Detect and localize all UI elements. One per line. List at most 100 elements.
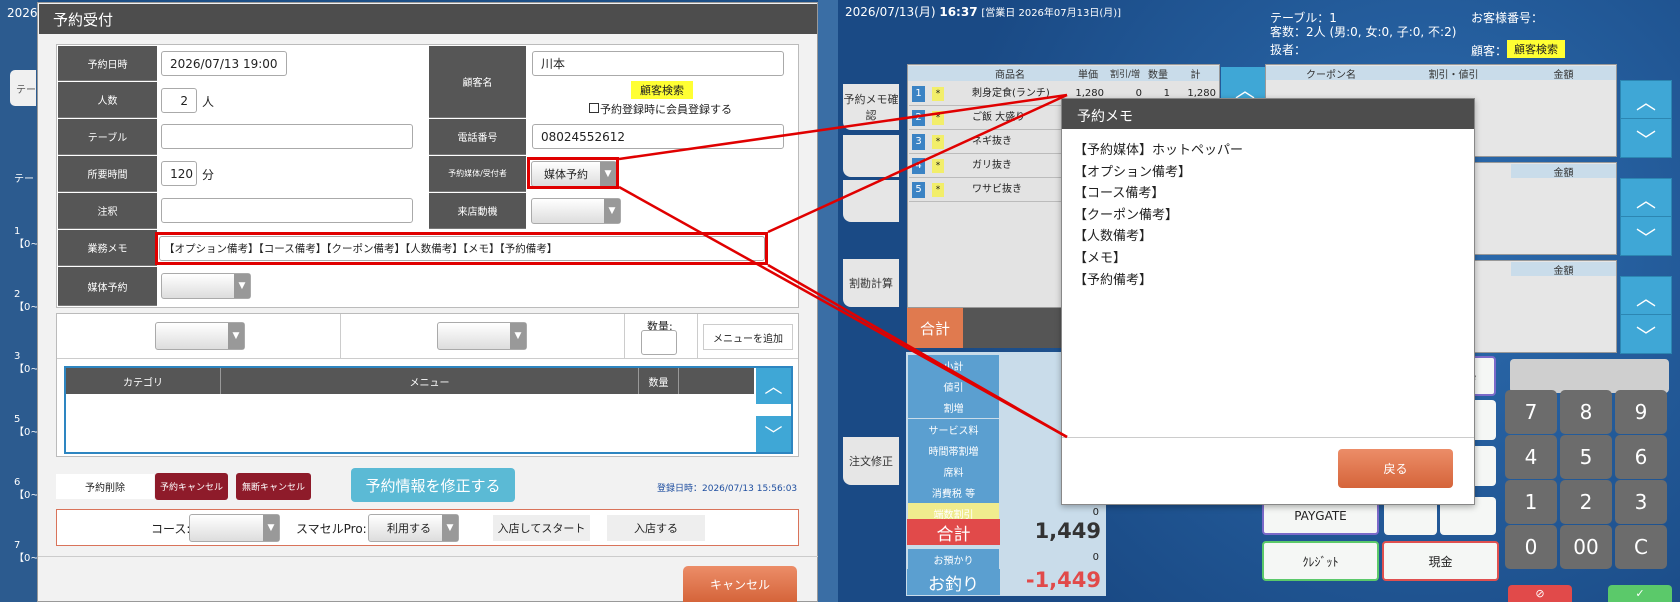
chevron-up-icon: ︿ xyxy=(764,377,783,398)
memo-label: 業務メモ xyxy=(58,230,157,266)
item-row-number: 4 xyxy=(912,158,925,174)
menu-select[interactable]: ▼ xyxy=(437,322,527,350)
summary-label: 割増 xyxy=(908,397,999,419)
visit-reason-select[interactable]: ▼ xyxy=(531,198,621,224)
customer-name-input[interactable]: 川本 xyxy=(532,51,784,76)
coupon-col-name: クーポン名 xyxy=(1306,69,1356,81)
date-input[interactable]: 2026/07/13 19:00 xyxy=(161,51,287,76)
coupon-col-discount: 割引・値引 xyxy=(1428,69,1479,81)
keypad-key-C[interactable]: C xyxy=(1615,525,1667,569)
modify-reservation-button[interactable]: 予約情報を修正する xyxy=(351,468,515,502)
pos-guests: 客数：2人 (男:0, 女:0, 子:0, 不:2) xyxy=(1270,25,1457,39)
item-col-total: 計 xyxy=(1190,70,1201,81)
pos-handler: 扱者： xyxy=(1270,43,1307,57)
keypad-key-2[interactable]: 2 xyxy=(1560,480,1612,524)
paid-value: 0 xyxy=(1092,552,1099,563)
tab-order-edit[interactable]: 注文修正 xyxy=(843,437,899,485)
delete-reservation-button[interactable]: 予約削除 xyxy=(56,474,154,499)
confirm-button-green[interactable]: ✓ xyxy=(1608,585,1672,602)
item-row-number: 1 xyxy=(912,86,925,102)
chevron-down-icon: ﹀ xyxy=(1636,225,1656,250)
keypad-key-9[interactable]: 9 xyxy=(1615,390,1667,434)
chevron-down-icon: ﹀ xyxy=(764,425,783,446)
customer-search-button[interactable]: 顧客検索 xyxy=(631,81,693,99)
item-col-name: 商品名 xyxy=(995,70,1025,81)
summary-label: 席料 xyxy=(908,461,999,482)
media-select[interactable]: ▼ xyxy=(161,273,251,299)
category-select[interactable]: ▼ xyxy=(155,322,245,350)
memo-line: 【コース備考】 xyxy=(1074,186,1165,202)
pos-customer-search-button[interactable]: 顧客検索 xyxy=(1507,40,1565,58)
add-menu-button[interactable]: メニューを追加 xyxy=(703,324,793,350)
chevron-down-icon: ﹀ xyxy=(1636,323,1656,348)
left-bg-time-label: 6 【0~ xyxy=(14,477,39,501)
enter-and-start-button[interactable]: 入店してスタート xyxy=(493,515,590,541)
item-row-name[interactable]: ご飯 大盛り xyxy=(950,108,1070,128)
menu-scroll-up-button[interactable]: ︿ xyxy=(756,368,791,404)
change-label: お釣り xyxy=(907,569,1000,595)
clear-button-red[interactable]: ⊘ xyxy=(1508,585,1572,602)
summary-label: 値引 xyxy=(908,376,999,398)
duration-input[interactable]: 120 xyxy=(161,161,197,186)
left-bg-tab[interactable]: テー xyxy=(10,70,36,106)
panel2-scroll-up-button[interactable]: ︿ xyxy=(1620,178,1672,218)
menu-divider-1 xyxy=(340,314,341,358)
duration-unit: 分 xyxy=(202,168,215,182)
panel3-scroll-down-button[interactable]: ﹀ xyxy=(1620,314,1672,354)
visit-reason-label: 来店動機 xyxy=(429,193,526,229)
notes-input[interactable] xyxy=(161,198,413,223)
item-row-name[interactable]: ガリ抜き xyxy=(950,156,1070,176)
menu-scroll-down-button[interactable]: ﹀ xyxy=(756,416,791,452)
tab-reservation-memo[interactable]: 予約メモ確認 xyxy=(843,84,899,130)
keypad-key-8[interactable]: 8 xyxy=(1560,390,1612,434)
panel-2-amount-label: 金額 xyxy=(1511,164,1616,179)
keypad-key-7[interactable]: 7 xyxy=(1505,390,1557,434)
keypad-key-00[interactable]: 00 xyxy=(1560,525,1612,569)
phone-input[interactable]: 08024552612 xyxy=(532,124,784,149)
total-label: 合計 xyxy=(907,308,963,348)
table-input[interactable] xyxy=(161,124,413,149)
change-value: -1,449 xyxy=(1025,568,1101,592)
keypad-key-6[interactable]: 6 xyxy=(1615,435,1667,479)
side-tab-blank-2[interactable] xyxy=(843,180,899,222)
keypad-key-0[interactable]: 0 xyxy=(1505,525,1557,569)
media-label: 媒体予約 xyxy=(58,267,157,306)
item-row-name[interactable]: 刺身定食(ランチ) xyxy=(950,84,1070,104)
item-row-name[interactable]: ワサビ抜き xyxy=(950,180,1070,200)
memo-back-button[interactable]: 戻る xyxy=(1338,449,1453,488)
panel3-scroll-up-button[interactable]: ︿ xyxy=(1620,276,1672,316)
no-show-cancel-button[interactable]: 無断キャンセル xyxy=(236,473,311,500)
credit-button[interactable]: ｸﾚｼﾞｯﾄ xyxy=(1262,541,1379,581)
pos-header-date: 2026/07/13(月) 16:37 [営業日 2026年07月13日(月)] xyxy=(845,3,1121,20)
coupon-scroll-down-button[interactable]: ﹀ xyxy=(1620,118,1672,158)
smart-select[interactable]: 利用する ▼ xyxy=(368,514,459,542)
keypad-key-1[interactable]: 1 xyxy=(1505,480,1557,524)
cancel-button[interactable]: キャンセル xyxy=(683,566,797,602)
memo-line: 【人数備考】 xyxy=(1074,229,1153,245)
cash-button[interactable]: 現金 xyxy=(1382,541,1499,581)
keypad-key-5[interactable]: 5 xyxy=(1560,435,1612,479)
quantity-input[interactable] xyxy=(641,330,677,355)
summary-value: 0 xyxy=(1092,507,1099,519)
course-select[interactable]: ▼ xyxy=(189,514,280,542)
keypad-display xyxy=(1510,359,1669,393)
tab-split-bill[interactable]: 割勘計算 xyxy=(843,259,899,307)
member-register-label: 予約登録時に会員登録する xyxy=(600,103,732,116)
highlight-media-receiver xyxy=(527,157,619,189)
left-bg-time-label: 1 【0~ xyxy=(14,226,39,250)
keypad-key-4[interactable]: 4 xyxy=(1505,435,1557,479)
people-input[interactable]: 2 xyxy=(161,88,197,113)
cancel-reservation-button[interactable]: 予約キャンセル xyxy=(155,473,228,500)
panel2-scroll-down-button[interactable]: ﹀ xyxy=(1620,216,1672,256)
smart-label: スマセルPro: xyxy=(296,522,367,536)
coupon-scroll-up-button[interactable]: ︿ xyxy=(1620,80,1672,120)
side-tab-blank-1[interactable] xyxy=(843,135,899,177)
keypad-key-3[interactable]: 3 xyxy=(1615,480,1667,524)
memo-line: 【予約備考】 xyxy=(1074,272,1153,288)
menu-divider-2 xyxy=(624,314,625,358)
enter-button[interactable]: 入店する xyxy=(607,515,705,541)
member-register-checkbox[interactable] xyxy=(589,103,599,113)
memo-line: 【クーポン備考】 xyxy=(1074,207,1179,223)
item-row-name[interactable]: ネギ抜き xyxy=(950,132,1070,152)
smart-select-value: 利用する xyxy=(387,522,431,535)
